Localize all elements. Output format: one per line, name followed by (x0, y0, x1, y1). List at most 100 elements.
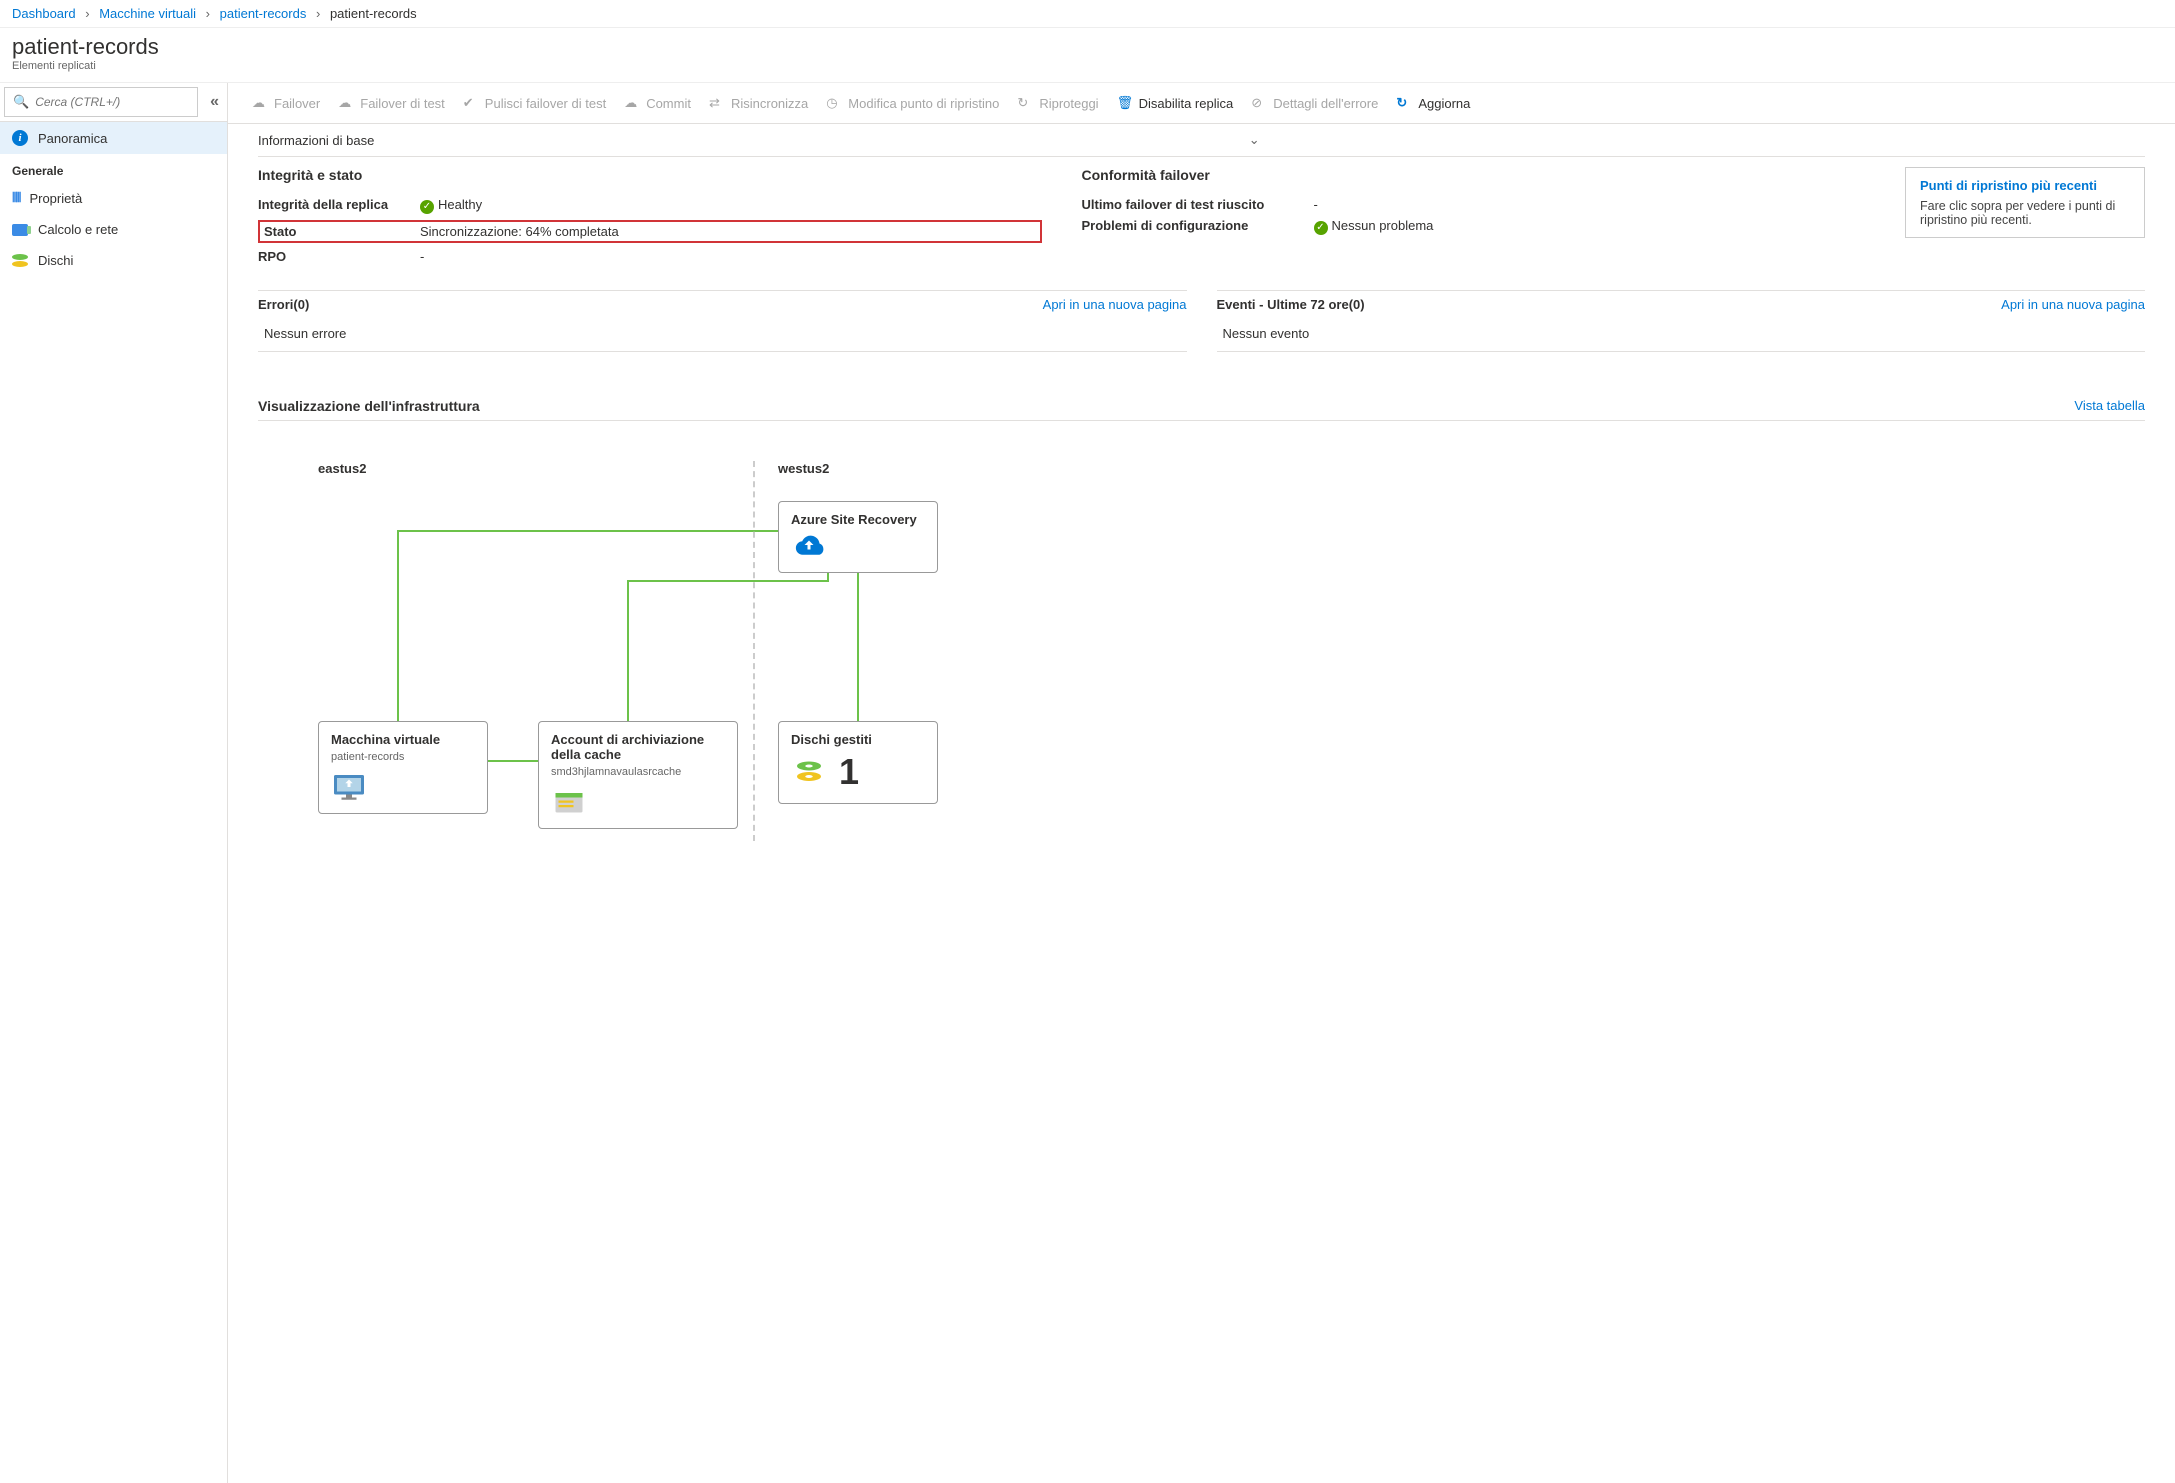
config-issues-label: Problemi di configurazione (1082, 218, 1302, 235)
resync-icon: ⇄ (709, 95, 725, 111)
node-asr[interactable]: Azure Site Recovery (778, 501, 938, 573)
refresh-icon: ↻ (1396, 95, 1412, 111)
recovery-points-desc: Fare clic sopra per vedere i punti di ri… (1920, 199, 2130, 227)
disks-count: 1 (839, 751, 859, 793)
toolbar: ☁ Failover ☁ Failover di test ✔ Pulisci fai… (228, 83, 2175, 124)
sidebar-item-overview[interactable]: i Panoramica (0, 122, 227, 154)
essentials-header[interactable]: Informazioni di base ⌄ (258, 124, 2145, 157)
failover-icon: ☁ (252, 95, 268, 111)
replication-health-value: ✓Healthy (420, 197, 1042, 214)
main-content: ☁ Failover ☁ Failover di test ✔ Pulisci fai… (228, 83, 2175, 1483)
node-title: Dischi gestiti (791, 732, 925, 747)
breadcrumb-link-resource[interactable]: patient-records (220, 6, 307, 21)
reprotect-button[interactable]: ↻ Riproteggi (1011, 91, 1104, 115)
test-failover-icon: ☁ (338, 95, 354, 111)
region-divider (753, 461, 755, 841)
node-title: Macchina virtuale (331, 732, 475, 747)
infrastructure-diagram: eastus2 westus2 Azure Site Recovery Macc… (268, 441, 2135, 861)
cleanup-button[interactable]: ✔ Pulisci failover di test (457, 91, 612, 115)
node-title: Azure Site Recovery (791, 512, 925, 527)
failover-compliance-column: Conformità failover Ultimo failover di t… (1082, 167, 1866, 270)
label: Failover di test (360, 96, 445, 111)
events-panel: Eventi - Ultime 72 ore(0) Apri in una nu… (1217, 290, 2146, 352)
page-header: patient-records Elementi replicati (0, 28, 2175, 83)
clock-icon: ◷ (826, 95, 842, 111)
chevron-right-icon: › (85, 6, 89, 21)
check-icon: ✓ (1314, 221, 1328, 235)
commit-button[interactable]: ☁Commit (618, 91, 697, 115)
disks-icon (12, 254, 28, 268)
sidebar-item-label: Calcolo e rete (38, 222, 118, 237)
error-icon: ⊘ (1251, 95, 1267, 111)
sidebar-item-label: Proprietà (29, 191, 82, 206)
node-cache-storage[interactable]: Account di archiviazione della cache smd… (538, 721, 738, 829)
node-managed-disks[interactable]: Dischi gestiti 1 (778, 721, 938, 804)
label: Riproteggi (1039, 96, 1098, 111)
search-input-wrapper[interactable]: 🔍 (4, 87, 198, 117)
search-input[interactable] (35, 95, 189, 109)
status-label: Stato (264, 224, 408, 239)
node-subtitle: smd3hjlamnavaulasrcache (551, 766, 725, 778)
status-value: Sincronizzazione: 64% completata (420, 224, 619, 239)
errors-panel: Errori(0) Apri in una nuova pagina Nessu… (258, 290, 1187, 352)
sidebar: 🔍 « i Panoramica Generale ⦀⦀ Proprietà C… (0, 83, 228, 1483)
node-subtitle: patient-records (331, 751, 475, 763)
sidebar-item-compute[interactable]: Calcolo e rete (0, 214, 227, 245)
errors-body: Nessun errore (258, 318, 1187, 351)
recovery-points-box[interactable]: Punti di ripristino più recenti Fare cli… (1905, 167, 2145, 238)
test-failover-button[interactable]: ☁ Failover di test (332, 91, 451, 115)
rpo-value: - (420, 249, 1042, 264)
change-recovery-point-button[interactable]: ◷ Modifica punto di ripristino (820, 91, 1005, 115)
recovery-points-title: Punti di ripristino più recenti (1920, 178, 2130, 193)
rpo-label: RPO (258, 249, 408, 264)
check-icon: ✓ (420, 200, 434, 214)
refresh-button[interactable]: ↻Aggiorna (1390, 91, 1476, 115)
network-icon (12, 224, 28, 236)
label: Failover (274, 96, 320, 111)
errors-title: Errori(0) (258, 297, 309, 312)
status-row-highlighted: Stato Sincronizzazione: 64% completata (258, 220, 1042, 243)
events-title: Eventi - Ultime 72 ore(0) (1217, 297, 1365, 312)
sidebar-item-disks[interactable]: Dischi (0, 245, 227, 276)
failover-button[interactable]: ☁ Failover (246, 91, 326, 115)
table-view-link[interactable]: Vista tabella (2074, 398, 2145, 413)
resync-button[interactable]: ⇄ Risincronizza (703, 91, 814, 115)
sidebar-item-properties[interactable]: ⦀⦀ Proprietà (0, 182, 227, 214)
check-icon: ✔ (463, 95, 479, 111)
trash-icon: 🗑 (1117, 95, 1133, 111)
last-test-failover-value: - (1314, 197, 1866, 212)
breadcrumb-current: patient-records (330, 6, 417, 21)
breadcrumb-link-dashboard[interactable]: Dashboard (12, 6, 76, 21)
disable-replication-button[interactable]: 🗑 Disabilita replica (1111, 91, 1240, 115)
page-title: patient-records (12, 34, 2163, 60)
collapse-sidebar-icon[interactable]: « (202, 93, 227, 111)
vm-icon (331, 771, 367, 803)
commit-icon: ☁ (624, 95, 640, 111)
label: Disabilita replica (1139, 96, 1234, 111)
label: Modifica punto di ripristino (848, 96, 999, 111)
label: Risincronizza (731, 96, 808, 111)
storage-icon (551, 786, 587, 818)
errors-open-link[interactable]: Apri in una nuova pagina (1043, 297, 1187, 312)
last-test-failover-label: Ultimo failover di test riuscito (1082, 197, 1302, 212)
region-right-label: westus2 (778, 461, 829, 476)
events-open-link[interactable]: Apri in una nuova pagina (2001, 297, 2145, 312)
sidebar-item-label: Panoramica (38, 131, 107, 146)
chevron-down-icon[interactable]: ⌄ (1249, 132, 1260, 148)
replication-health-label: Integrità della replica (258, 197, 408, 214)
label: Dettagli dell'errore (1273, 96, 1378, 111)
node-vm[interactable]: Macchina virtuale patient-records (318, 721, 488, 814)
region-left-label: eastus2 (318, 461, 366, 476)
infrastructure-title: Visualizzazione dell'infrastruttura (258, 398, 480, 414)
search-icon: 🔍 (13, 94, 29, 110)
label: Pulisci failover di test (485, 96, 606, 111)
events-body: Nessun evento (1217, 318, 2146, 351)
infrastructure-header: Visualizzazione dell'infrastruttura Vist… (258, 392, 2145, 421)
error-details-button[interactable]: ⊘ Dettagli dell'errore (1245, 91, 1384, 115)
breadcrumb: Dashboard › Macchine virtuali › patient-… (0, 0, 2175, 28)
health-title: Integrità e stato (258, 167, 1042, 183)
properties-icon: ⦀⦀ (12, 190, 19, 206)
reprotect-icon: ↻ (1017, 95, 1033, 111)
cloud-recovery-icon (791, 531, 827, 559)
breadcrumb-link-vms[interactable]: Macchine virtuali (99, 6, 196, 21)
